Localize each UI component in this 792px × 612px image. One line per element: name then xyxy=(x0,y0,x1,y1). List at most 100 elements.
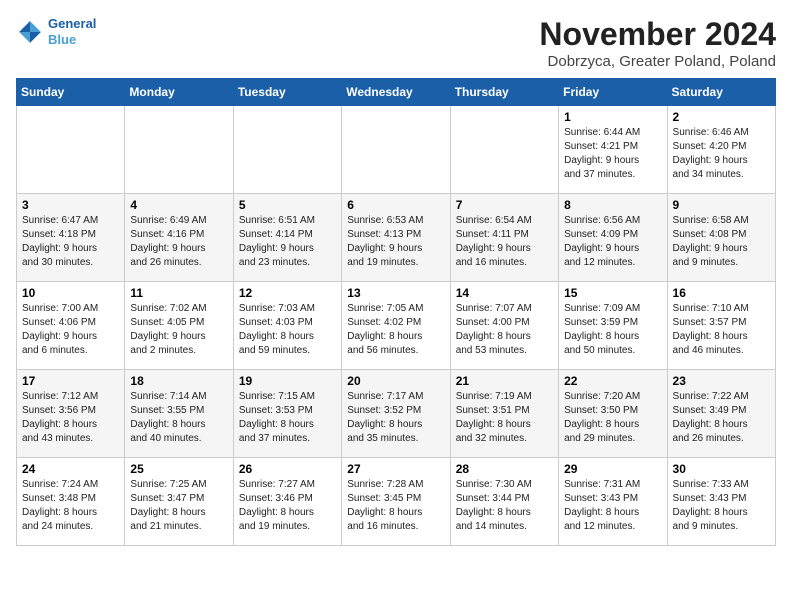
calendar-cell: 15 Sunrise: 7:09 AM Sunset: 3:59 PM Dayli… xyxy=(559,282,667,370)
calendar-week-row: 10Sunrise: 7:00 AM Sunset: 4:06 PM Dayli… xyxy=(17,282,776,370)
day-info: Sunrise: 7:05 AM Sunset: 4:02 PM Dayligh… xyxy=(347,302,444,358)
calendar-cell: 29 Sunrise: 7:31 AM Sunset: 3:43 PM Dayli… xyxy=(559,458,667,546)
day-info: Sunrise: 6:58 AM Sunset: 4:08 PM Dayligh… xyxy=(673,214,770,270)
calendar-cell: 5 Sunrise: 6:51 AM Sunset: 4:14 PM Daylig… xyxy=(233,194,341,282)
calendar-cell: 11 Sunrise: 7:02 AM Sunset: 4:05 PM Dayli… xyxy=(125,282,233,370)
day-info: Sunrise: 7:03 AM Sunset: 4:03 PM Dayligh… xyxy=(239,302,336,358)
weekday-header-cell: Thursday xyxy=(450,79,558,106)
calendar-cell: 25Sunrise: 7:25 AM Sunset: 3:47 PM Dayli… xyxy=(125,458,233,546)
day-info: Sunrise: 7:14 AM Sunset: 3:55 PM Dayligh… xyxy=(130,390,227,446)
calendar-week-row: 24 Sunrise: 7:24 AM Sunset: 3:48 PM Dayli… xyxy=(17,458,776,546)
day-number: 24 xyxy=(22,462,119,476)
weekday-header-cell: Saturday xyxy=(667,79,775,106)
calendar-week-row: 1Sunrise: 6:44 AM Sunset: 4:21 PM Daylig… xyxy=(17,106,776,194)
day-info: Sunrise: 6:53 AM Sunset: 4:13 PM Dayligh… xyxy=(347,214,444,270)
day-number: 22 xyxy=(564,374,661,388)
calendar-cell: 7 Sunrise: 6:54 AM Sunset: 4:11 PM Daylig… xyxy=(450,194,558,282)
calendar-cell xyxy=(125,106,233,194)
calendar-cell: 9 Sunrise: 6:58 AM Sunset: 4:08 PM Daylig… xyxy=(667,194,775,282)
day-info: Sunrise: 6:54 AM Sunset: 4:11 PM Dayligh… xyxy=(456,214,553,270)
day-number: 19 xyxy=(239,374,336,388)
title-block: November 2024 Dobrzyca, Greater Poland, … xyxy=(539,16,776,70)
day-number: 8 xyxy=(564,198,661,212)
day-info: Sunrise: 7:19 AM Sunset: 3:51 PM Dayligh… xyxy=(456,390,553,446)
calendar-cell: 14Sunrise: 7:07 AM Sunset: 4:00 PM Dayli… xyxy=(450,282,558,370)
day-number: 4 xyxy=(130,198,227,212)
calendar-cell: 24 Sunrise: 7:24 AM Sunset: 3:48 PM Dayli… xyxy=(17,458,125,546)
day-info: Sunrise: 7:02 AM Sunset: 4:05 PM Dayligh… xyxy=(130,302,227,358)
calendar-table: SundayMondayTuesdayWednesdayThursdayFrid… xyxy=(16,78,776,546)
day-number: 7 xyxy=(456,198,553,212)
day-info: Sunrise: 7:00 AM Sunset: 4:06 PM Dayligh… xyxy=(22,302,119,358)
calendar-cell: 8 Sunrise: 6:56 AM Sunset: 4:09 PM Daylig… xyxy=(559,194,667,282)
day-info: Sunrise: 7:33 AM Sunset: 3:43 PM Dayligh… xyxy=(673,478,770,534)
calendar-body: 1Sunrise: 6:44 AM Sunset: 4:21 PM Daylig… xyxy=(17,106,776,546)
calendar-cell: 4 Sunrise: 6:49 AM Sunset: 4:16 PM Daylig… xyxy=(125,194,233,282)
day-number: 17 xyxy=(22,374,119,388)
day-number: 12 xyxy=(239,286,336,300)
day-info: Sunrise: 7:30 AM Sunset: 3:44 PM Dayligh… xyxy=(456,478,553,534)
day-number: 25 xyxy=(130,462,227,476)
day-info: Sunrise: 7:17 AM Sunset: 3:52 PM Dayligh… xyxy=(347,390,444,446)
calendar-cell: 22 Sunrise: 7:20 AM Sunset: 3:50 PM Dayli… xyxy=(559,370,667,458)
day-number: 2 xyxy=(673,110,770,124)
day-number: 18 xyxy=(130,374,227,388)
calendar-cell: 18 Sunrise: 7:14 AM Sunset: 3:55 PM Dayli… xyxy=(125,370,233,458)
logo-text: General Blue xyxy=(48,16,96,47)
day-info: Sunrise: 7:28 AM Sunset: 3:45 PM Dayligh… xyxy=(347,478,444,534)
day-number: 29 xyxy=(564,462,661,476)
weekday-header-cell: Monday xyxy=(125,79,233,106)
calendar-cell: 28 Sunrise: 7:30 AM Sunset: 3:44 PM Dayli… xyxy=(450,458,558,546)
calendar-cell: 23 Sunrise: 7:22 AM Sunset: 3:49 PM Dayli… xyxy=(667,370,775,458)
day-info: Sunrise: 7:22 AM Sunset: 3:49 PM Dayligh… xyxy=(673,390,770,446)
day-number: 28 xyxy=(456,462,553,476)
day-number: 6 xyxy=(347,198,444,212)
day-number: 27 xyxy=(347,462,444,476)
calendar-cell: 6 Sunrise: 6:53 AM Sunset: 4:13 PM Daylig… xyxy=(342,194,450,282)
calendar-title: November 2024 xyxy=(539,16,776,53)
calendar-cell: 26Sunrise: 7:27 AM Sunset: 3:46 PM Dayli… xyxy=(233,458,341,546)
calendar-cell: 30 Sunrise: 7:33 AM Sunset: 3:43 PM Dayli… xyxy=(667,458,775,546)
calendar-cell: 21 Sunrise: 7:19 AM Sunset: 3:51 PM Dayli… xyxy=(450,370,558,458)
weekday-header-cell: Sunday xyxy=(17,79,125,106)
day-number: 16 xyxy=(673,286,770,300)
day-info: Sunrise: 6:56 AM Sunset: 4:09 PM Dayligh… xyxy=(564,214,661,270)
day-number: 11 xyxy=(130,286,227,300)
day-info: Sunrise: 7:27 AM Sunset: 3:46 PM Dayligh… xyxy=(239,478,336,534)
day-number: 21 xyxy=(456,374,553,388)
weekday-header-row: SundayMondayTuesdayWednesdayThursdayFrid… xyxy=(17,79,776,106)
day-info: Sunrise: 6:49 AM Sunset: 4:16 PM Dayligh… xyxy=(130,214,227,270)
calendar-cell: 13 Sunrise: 7:05 AM Sunset: 4:02 PM Dayli… xyxy=(342,282,450,370)
day-number: 9 xyxy=(673,198,770,212)
day-info: Sunrise: 7:09 AM Sunset: 3:59 PM Dayligh… xyxy=(564,302,661,358)
weekday-header-cell: Wednesday xyxy=(342,79,450,106)
calendar-cell xyxy=(233,106,341,194)
day-number: 23 xyxy=(673,374,770,388)
calendar-subtitle: Dobrzyca, Greater Poland, Poland xyxy=(539,53,776,70)
day-info: Sunrise: 6:51 AM Sunset: 4:14 PM Dayligh… xyxy=(239,214,336,270)
day-info: Sunrise: 7:24 AM Sunset: 3:48 PM Dayligh… xyxy=(22,478,119,534)
day-info: Sunrise: 6:47 AM Sunset: 4:18 PM Dayligh… xyxy=(22,214,119,270)
day-number: 3 xyxy=(22,198,119,212)
day-number: 13 xyxy=(347,286,444,300)
calendar-week-row: 3 Sunrise: 6:47 AM Sunset: 4:18 PM Daylig… xyxy=(17,194,776,282)
weekday-header-cell: Tuesday xyxy=(233,79,341,106)
day-info: Sunrise: 7:10 AM Sunset: 3:57 PM Dayligh… xyxy=(673,302,770,358)
calendar-cell: 3 Sunrise: 6:47 AM Sunset: 4:18 PM Daylig… xyxy=(17,194,125,282)
calendar-cell: 2Sunrise: 6:46 AM Sunset: 4:20 PM Daylig… xyxy=(667,106,775,194)
day-number: 30 xyxy=(673,462,770,476)
day-info: Sunrise: 7:20 AM Sunset: 3:50 PM Dayligh… xyxy=(564,390,661,446)
day-number: 1 xyxy=(564,110,661,124)
day-info: Sunrise: 7:31 AM Sunset: 3:43 PM Dayligh… xyxy=(564,478,661,534)
day-number: 15 xyxy=(564,286,661,300)
day-number: 5 xyxy=(239,198,336,212)
logo: General Blue xyxy=(16,16,96,47)
calendar-cell: 1Sunrise: 6:44 AM Sunset: 4:21 PM Daylig… xyxy=(559,106,667,194)
calendar-cell: 20Sunrise: 7:17 AM Sunset: 3:52 PM Dayli… xyxy=(342,370,450,458)
calendar-cell: 16 Sunrise: 7:10 AM Sunset: 3:57 PM Dayli… xyxy=(667,282,775,370)
calendar-cell: 12 Sunrise: 7:03 AM Sunset: 4:03 PM Dayli… xyxy=(233,282,341,370)
day-info: Sunrise: 7:12 AM Sunset: 3:56 PM Dayligh… xyxy=(22,390,119,446)
calendar-cell xyxy=(450,106,558,194)
calendar-cell: 19Sunrise: 7:15 AM Sunset: 3:53 PM Dayli… xyxy=(233,370,341,458)
day-number: 14 xyxy=(456,286,553,300)
